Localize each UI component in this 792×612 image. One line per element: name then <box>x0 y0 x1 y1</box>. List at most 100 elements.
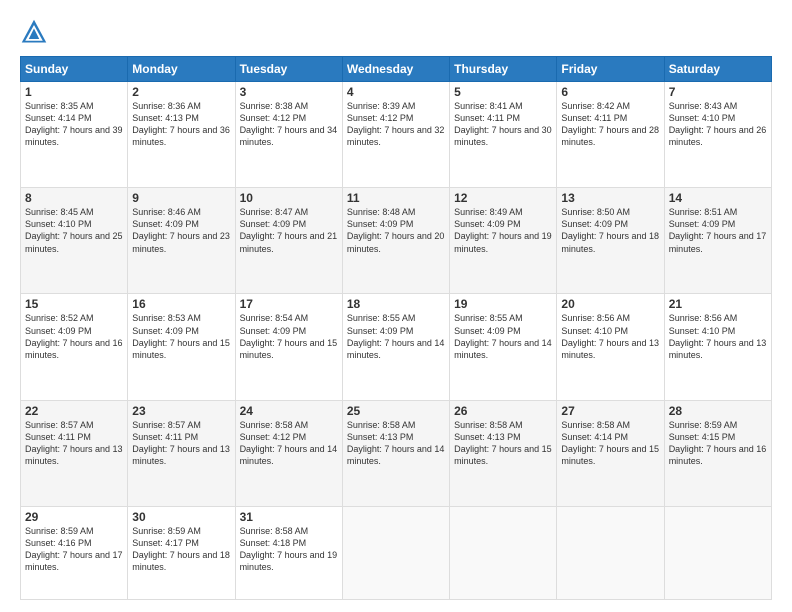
calendar-cell <box>664 506 771 599</box>
cell-info: Sunrise: 8:48 AMSunset: 4:09 PMDaylight:… <box>347 207 445 253</box>
cell-info: Sunrise: 8:58 AMSunset: 4:13 PMDaylight:… <box>454 420 552 466</box>
day-number: 29 <box>25 510 123 524</box>
cell-info: Sunrise: 8:53 AMSunset: 4:09 PMDaylight:… <box>132 313 230 359</box>
calendar-header-monday: Monday <box>128 57 235 82</box>
day-number: 7 <box>669 85 767 99</box>
calendar-cell: 26 Sunrise: 8:58 AMSunset: 4:13 PMDaylig… <box>450 400 557 506</box>
calendar-cell: 12 Sunrise: 8:49 AMSunset: 4:09 PMDaylig… <box>450 188 557 294</box>
calendar-cell: 29 Sunrise: 8:59 AMSunset: 4:16 PMDaylig… <box>21 506 128 599</box>
calendar-cell: 3 Sunrise: 8:38 AMSunset: 4:12 PMDayligh… <box>235 82 342 188</box>
day-number: 18 <box>347 297 445 311</box>
calendar-cell: 1 Sunrise: 8:35 AMSunset: 4:14 PMDayligh… <box>21 82 128 188</box>
calendar-cell: 10 Sunrise: 8:47 AMSunset: 4:09 PMDaylig… <box>235 188 342 294</box>
calendar-cell: 21 Sunrise: 8:56 AMSunset: 4:10 PMDaylig… <box>664 294 771 400</box>
cell-info: Sunrise: 8:47 AMSunset: 4:09 PMDaylight:… <box>240 207 338 253</box>
cell-info: Sunrise: 8:46 AMSunset: 4:09 PMDaylight:… <box>132 207 230 253</box>
calendar-cell: 27 Sunrise: 8:58 AMSunset: 4:14 PMDaylig… <box>557 400 664 506</box>
calendar-week-row-4: 22 Sunrise: 8:57 AMSunset: 4:11 PMDaylig… <box>21 400 772 506</box>
cell-info: Sunrise: 8:56 AMSunset: 4:10 PMDaylight:… <box>561 313 659 359</box>
calendar-cell: 24 Sunrise: 8:58 AMSunset: 4:12 PMDaylig… <box>235 400 342 506</box>
day-number: 31 <box>240 510 338 524</box>
calendar-header-sunday: Sunday <box>21 57 128 82</box>
calendar-cell: 22 Sunrise: 8:57 AMSunset: 4:11 PMDaylig… <box>21 400 128 506</box>
calendar-header-saturday: Saturday <box>664 57 771 82</box>
day-number: 14 <box>669 191 767 205</box>
day-number: 30 <box>132 510 230 524</box>
day-number: 17 <box>240 297 338 311</box>
day-number: 24 <box>240 404 338 418</box>
day-number: 27 <box>561 404 659 418</box>
day-number: 13 <box>561 191 659 205</box>
calendar-cell: 2 Sunrise: 8:36 AMSunset: 4:13 PMDayligh… <box>128 82 235 188</box>
calendar-cell: 5 Sunrise: 8:41 AMSunset: 4:11 PMDayligh… <box>450 82 557 188</box>
calendar-cell: 11 Sunrise: 8:48 AMSunset: 4:09 PMDaylig… <box>342 188 449 294</box>
logo <box>20 18 52 46</box>
page: SundayMondayTuesdayWednesdayThursdayFrid… <box>0 0 792 612</box>
calendar-cell: 7 Sunrise: 8:43 AMSunset: 4:10 PMDayligh… <box>664 82 771 188</box>
day-number: 23 <box>132 404 230 418</box>
day-number: 10 <box>240 191 338 205</box>
calendar-cell: 8 Sunrise: 8:45 AMSunset: 4:10 PMDayligh… <box>21 188 128 294</box>
calendar-cell: 17 Sunrise: 8:54 AMSunset: 4:09 PMDaylig… <box>235 294 342 400</box>
day-number: 16 <box>132 297 230 311</box>
cell-info: Sunrise: 8:45 AMSunset: 4:10 PMDaylight:… <box>25 207 123 253</box>
cell-info: Sunrise: 8:59 AMSunset: 4:17 PMDaylight:… <box>132 526 230 572</box>
cell-info: Sunrise: 8:59 AMSunset: 4:16 PMDaylight:… <box>25 526 123 572</box>
day-number: 5 <box>454 85 552 99</box>
day-number: 11 <box>347 191 445 205</box>
day-number: 9 <box>132 191 230 205</box>
cell-info: Sunrise: 8:58 AMSunset: 4:14 PMDaylight:… <box>561 420 659 466</box>
calendar-header-wednesday: Wednesday <box>342 57 449 82</box>
calendar-week-row-1: 1 Sunrise: 8:35 AMSunset: 4:14 PMDayligh… <box>21 82 772 188</box>
day-number: 15 <box>25 297 123 311</box>
day-number: 25 <box>347 404 445 418</box>
calendar-cell: 14 Sunrise: 8:51 AMSunset: 4:09 PMDaylig… <box>664 188 771 294</box>
cell-info: Sunrise: 8:39 AMSunset: 4:12 PMDaylight:… <box>347 101 445 147</box>
calendar-cell: 6 Sunrise: 8:42 AMSunset: 4:11 PMDayligh… <box>557 82 664 188</box>
day-number: 2 <box>132 85 230 99</box>
cell-info: Sunrise: 8:58 AMSunset: 4:12 PMDaylight:… <box>240 420 338 466</box>
day-number: 8 <box>25 191 123 205</box>
day-number: 6 <box>561 85 659 99</box>
calendar-cell: 25 Sunrise: 8:58 AMSunset: 4:13 PMDaylig… <box>342 400 449 506</box>
calendar-cell: 19 Sunrise: 8:55 AMSunset: 4:09 PMDaylig… <box>450 294 557 400</box>
cell-info: Sunrise: 8:38 AMSunset: 4:12 PMDaylight:… <box>240 101 338 147</box>
cell-info: Sunrise: 8:35 AMSunset: 4:14 PMDaylight:… <box>25 101 123 147</box>
day-number: 21 <box>669 297 767 311</box>
calendar-cell: 20 Sunrise: 8:56 AMSunset: 4:10 PMDaylig… <box>557 294 664 400</box>
calendar-header-friday: Friday <box>557 57 664 82</box>
day-number: 3 <box>240 85 338 99</box>
calendar-header-row: SundayMondayTuesdayWednesdayThursdayFrid… <box>21 57 772 82</box>
cell-info: Sunrise: 8:58 AMSunset: 4:18 PMDaylight:… <box>240 526 338 572</box>
cell-info: Sunrise: 8:49 AMSunset: 4:09 PMDaylight:… <box>454 207 552 253</box>
cell-info: Sunrise: 8:59 AMSunset: 4:15 PMDaylight:… <box>669 420 767 466</box>
cell-info: Sunrise: 8:51 AMSunset: 4:09 PMDaylight:… <box>669 207 767 253</box>
calendar-cell: 31 Sunrise: 8:58 AMSunset: 4:18 PMDaylig… <box>235 506 342 599</box>
day-number: 22 <box>25 404 123 418</box>
calendar-cell: 18 Sunrise: 8:55 AMSunset: 4:09 PMDaylig… <box>342 294 449 400</box>
calendar-cell: 4 Sunrise: 8:39 AMSunset: 4:12 PMDayligh… <box>342 82 449 188</box>
calendar-header-tuesday: Tuesday <box>235 57 342 82</box>
calendar-cell: 16 Sunrise: 8:53 AMSunset: 4:09 PMDaylig… <box>128 294 235 400</box>
cell-info: Sunrise: 8:55 AMSunset: 4:09 PMDaylight:… <box>454 313 552 359</box>
calendar-cell: 15 Sunrise: 8:52 AMSunset: 4:09 PMDaylig… <box>21 294 128 400</box>
cell-info: Sunrise: 8:43 AMSunset: 4:10 PMDaylight:… <box>669 101 767 147</box>
calendar-cell: 30 Sunrise: 8:59 AMSunset: 4:17 PMDaylig… <box>128 506 235 599</box>
day-number: 12 <box>454 191 552 205</box>
calendar-table: SundayMondayTuesdayWednesdayThursdayFrid… <box>20 56 772 600</box>
cell-info: Sunrise: 8:41 AMSunset: 4:11 PMDaylight:… <box>454 101 552 147</box>
cell-info: Sunrise: 8:57 AMSunset: 4:11 PMDaylight:… <box>132 420 230 466</box>
calendar-cell <box>342 506 449 599</box>
day-number: 1 <box>25 85 123 99</box>
header <box>20 18 772 46</box>
day-number: 20 <box>561 297 659 311</box>
cell-info: Sunrise: 8:50 AMSunset: 4:09 PMDaylight:… <box>561 207 659 253</box>
logo-icon <box>20 18 48 46</box>
calendar-header-thursday: Thursday <box>450 57 557 82</box>
cell-info: Sunrise: 8:58 AMSunset: 4:13 PMDaylight:… <box>347 420 445 466</box>
day-number: 19 <box>454 297 552 311</box>
calendar-cell: 13 Sunrise: 8:50 AMSunset: 4:09 PMDaylig… <box>557 188 664 294</box>
day-number: 4 <box>347 85 445 99</box>
calendar-cell <box>450 506 557 599</box>
calendar-cell <box>557 506 664 599</box>
